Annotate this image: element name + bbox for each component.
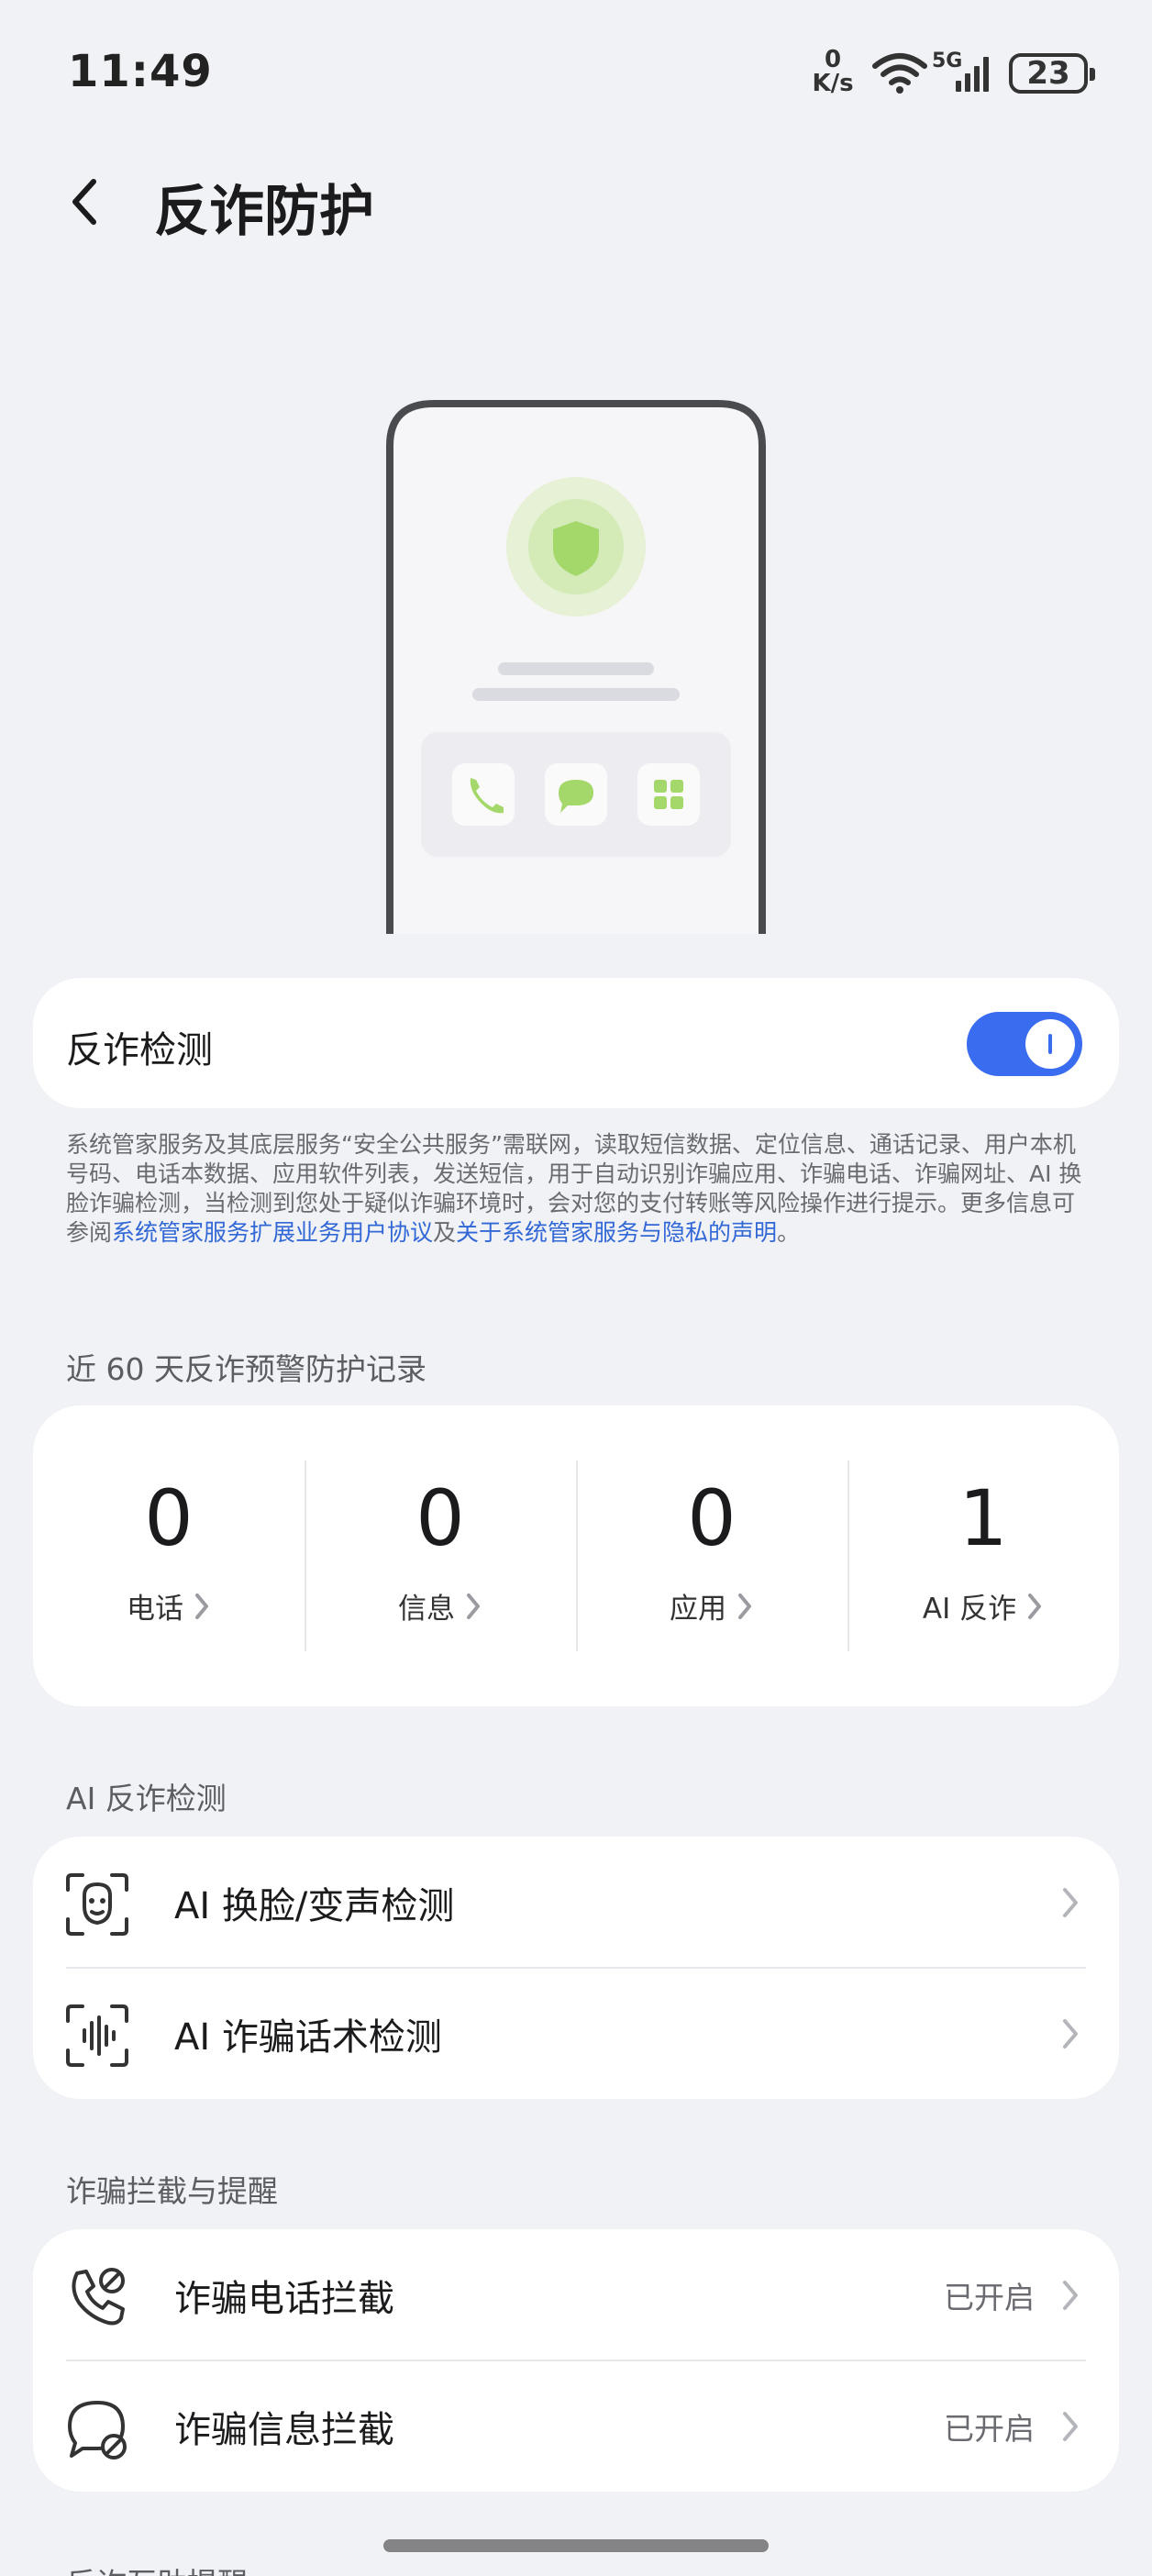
description-end-text: 。	[777, 1219, 801, 1246]
phone-block-icon	[72, 2268, 125, 2326]
ai-detection-card: AI 换脸/变声检测 AI 诈骗话术检测	[33, 1837, 1119, 2099]
permission-description: 系统管家服务及其底层服务“安全公共服务”需联网，读取短信数据、定位信息、通话记录…	[66, 1130, 1090, 1248]
records-section-title: 近 60 天反诈预警防护记录	[66, 1351, 426, 1387]
ai-detection-section-title: AI 反诈检测	[66, 1781, 227, 1816]
fraud-message-interception-row[interactable]: 诈骗信息拦截 已开启	[33, 2360, 1119, 2492]
stat-calls[interactable]: 0 电话	[33, 1405, 305, 1706]
anti-fraud-detection-card: 反诈检测	[33, 978, 1119, 1108]
toggle-knob	[1025, 1019, 1075, 1069]
chevron-right-icon	[467, 1593, 480, 1619]
anti-fraud-detection-toggle[interactable]	[967, 1012, 1082, 1076]
stat-value: 0	[687, 1473, 737, 1563]
phone-shield-illustration	[386, 400, 766, 934]
description-and-text: 及	[433, 1219, 457, 1246]
face-scan-icon	[66, 1873, 128, 1936]
signal-icon	[956, 57, 989, 92]
chevron-right-icon	[1063, 2411, 1078, 2441]
user-agreement-link[interactable]: 系统管家服务扩展业务用户协议	[112, 1219, 433, 1246]
status-bar: 11:49 0 K/s 5G 23	[0, 0, 1152, 147]
chevron-right-icon	[1028, 1593, 1042, 1619]
row-label: 诈骗电话拦截	[174, 2277, 394, 2320]
ai-script-detection-row[interactable]: AI 诈骗话术检测	[33, 1968, 1119, 2099]
chevron-right-icon	[1063, 2018, 1078, 2049]
fraud-call-interception-row[interactable]: 诈骗电话拦截 已开启	[33, 2229, 1119, 2360]
message-block-icon	[68, 2401, 127, 2459]
chevron-right-icon	[738, 1593, 751, 1619]
network-speed: 0 K/s	[809, 48, 857, 95]
status-value: 已开启	[944, 2410, 1035, 2447]
privacy-statement-link[interactable]: 关于系统管家服务与隐私的声明	[456, 1219, 777, 1246]
stat-label: 应用	[670, 1593, 726, 1626]
voice-wave-icon	[66, 2004, 128, 2067]
network-speed-unit: K/s	[812, 70, 854, 97]
stat-label: 电话	[127, 1593, 183, 1626]
stat-value: 0	[144, 1473, 194, 1563]
stat-label: 信息	[398, 1593, 455, 1626]
page-title: 反诈防护	[154, 180, 374, 244]
anti-fraud-detection-label: 反诈检测	[66, 1029, 213, 1071]
chevron-right-icon	[1063, 2280, 1078, 2310]
stat-value: 1	[958, 1473, 1008, 1563]
interception-card: 诈骗电话拦截 已开启 诈骗信息拦截 已开启	[33, 2229, 1119, 2492]
chevron-left-icon	[72, 179, 96, 225]
status-value: 已开启	[944, 2279, 1035, 2315]
stat-apps[interactable]: 0 应用	[576, 1405, 847, 1706]
row-label: 诈骗信息拦截	[174, 2408, 394, 2451]
mutual-aid-section-title: 反诈互助提醒	[66, 2559, 248, 2576]
wifi-icon	[872, 53, 927, 94]
stat-messages[interactable]: 0 信息	[305, 1405, 576, 1706]
home-indicator[interactable]	[383, 2539, 769, 2552]
chevron-right-icon	[195, 1593, 208, 1619]
records-card: 0 电话 0 信息 0 应用 1 AI 反诈	[33, 1405, 1119, 1706]
status-time: 11:49	[68, 46, 213, 97]
row-label: AI 换脸/变声检测	[174, 1884, 455, 1927]
back-button[interactable]	[66, 165, 130, 239]
network-speed-value: 0	[824, 46, 842, 73]
stat-ai-anti-fraud[interactable]: 1 AI 反诈	[847, 1405, 1119, 1706]
interception-section-title: 诈骗拦截与提醒	[66, 2173, 278, 2209]
stat-value: 0	[415, 1473, 465, 1563]
ai-face-voice-detection-row[interactable]: AI 换脸/变声检测	[33, 1837, 1119, 1968]
row-label: AI 诈骗话术检测	[174, 2015, 442, 2059]
stat-label: AI 反诈	[922, 1593, 1017, 1626]
chevron-right-icon	[1063, 1887, 1078, 1917]
battery-indicator: 23	[1009, 53, 1095, 94]
